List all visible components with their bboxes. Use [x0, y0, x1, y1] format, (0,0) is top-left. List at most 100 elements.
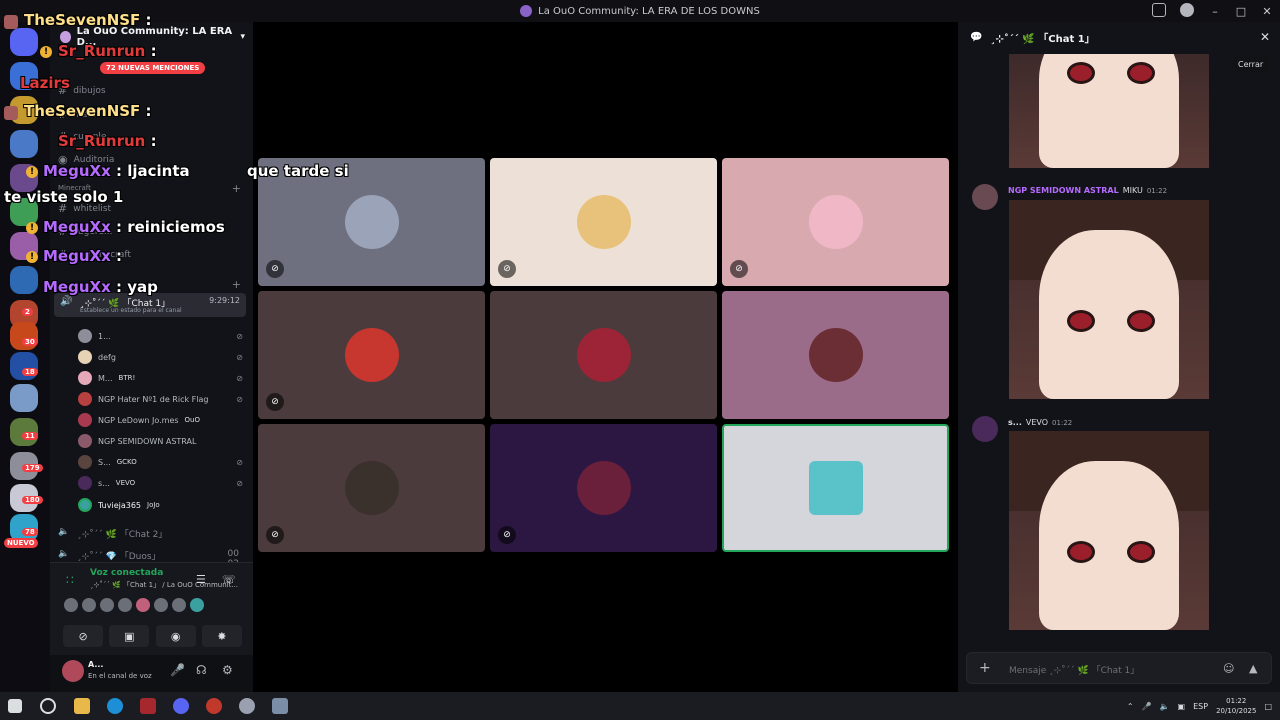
voice-connected-label[interactable]: Voz conectada — [90, 568, 163, 578]
mention-badge: 179 — [22, 464, 43, 472]
chevron-up-icon[interactable]: ⌃ — [1127, 702, 1134, 711]
mentions-banner[interactable]: 72 NUEVAS MENCIONES — [100, 62, 206, 74]
soundwave-icon[interactable]: ☰ — [196, 573, 206, 586]
voice-connected-channel[interactable]: ¸⊹˚´´ 🌿 「Chat 1」 / La OuO Communit... — [90, 580, 238, 590]
add-attachment-icon[interactable]: + — [979, 660, 991, 676]
camera-off-button[interactable]: ⊘ — [63, 625, 104, 647]
add-channel-icon[interactable]: + — [232, 182, 241, 195]
composer-placeholder[interactable]: Mensaje ¸⊹˚´´ 🌿 「Chat 1」 — [1009, 663, 1139, 676]
video-tile[interactable]: ⊘ — [490, 158, 717, 286]
maximize-button[interactable]: □ — [1228, 5, 1254, 18]
network-icon[interactable]: ▣ — [1178, 702, 1186, 711]
voice-member[interactable]: M... BTR! ⊘ — [78, 369, 243, 387]
emoji-icon[interactable]: ☺ — [1223, 662, 1234, 675]
muted-icon: ⊘ — [236, 478, 243, 488]
discord-icon[interactable] — [173, 698, 189, 714]
language-indicator[interactable]: ESP — [1193, 702, 1208, 711]
gif-face — [1039, 229, 1179, 399]
headphones-icon[interactable]: ☊ — [196, 663, 207, 677]
microphone-icon[interactable]: 🎤 — [170, 663, 185, 677]
window-title: La OuO Community: LA ERA DE LOS DOWNS — [538, 5, 760, 17]
close-window-button[interactable]: ✕ — [1254, 5, 1280, 18]
avatar — [172, 598, 186, 612]
muted-icon: ⊘ — [266, 260, 284, 278]
voice-member[interactable]: NGP Hater Nº1 de Rick Flag ⊘ — [78, 390, 243, 408]
server-icon[interactable] — [10, 384, 38, 412]
avatar — [78, 329, 92, 343]
screen-share-button[interactable]: ▣ — [109, 625, 150, 647]
gif-image[interactable] — [1009, 54, 1209, 168]
channel-status-hint[interactable]: Establece un estado para el canal — [80, 307, 182, 314]
video-tile[interactable] — [490, 291, 717, 419]
voice-member[interactable]: Tuvieja365 JoJo — [78, 496, 243, 514]
disconnect-icon[interactable]: ☏ — [222, 573, 236, 586]
app-root: La OuO Community: LA ERA DE LOS DOWNS – … — [0, 0, 1280, 720]
windows-start-icon[interactable] — [8, 699, 22, 713]
gif-image[interactable] — [1009, 200, 1209, 399]
notification-icon[interactable]: □ — [1264, 702, 1272, 711]
video-tile-speaking[interactable] — [722, 424, 949, 552]
signal-icon[interactable]: ∷ — [66, 573, 74, 587]
volume-icon[interactable]: 🔈 — [1160, 702, 1170, 711]
voice-channel-item[interactable]: 🔈 ¸⊹˚´´ 🌿 「Chat 2」 — [58, 527, 167, 540]
microphone-icon[interactable]: 🎤 — [1142, 702, 1152, 711]
avatar[interactable] — [972, 416, 998, 442]
mention-badge: 2 — [22, 308, 33, 316]
video-tile[interactable]: ⊘ — [722, 158, 949, 286]
voice-member[interactable]: s... VEVO ⊘ — [78, 474, 243, 492]
avatar — [118, 598, 132, 612]
mention-badge: 78 — [22, 528, 38, 536]
minimize-button[interactable]: – — [1202, 5, 1228, 18]
taskbar: ⌃ 🎤 🔈 ▣ ESP 01:22 20/10/2025 □ — [0, 692, 1280, 720]
avatar — [78, 498, 92, 512]
mention-badge: 18 — [22, 368, 38, 376]
voice-member[interactable]: NGP SEMIDOWN ASTRAL — [78, 432, 243, 450]
help-icon[interactable] — [1180, 3, 1194, 17]
overlay-message: MeguXx : reiniciemos — [43, 218, 225, 236]
voice-member[interactable]: 1... ⊘ — [78, 327, 243, 345]
app-icon[interactable] — [140, 698, 156, 714]
warning-icon: ! — [26, 251, 38, 263]
inbox-icon[interactable] — [1152, 3, 1166, 17]
edge-icon[interactable] — [107, 698, 123, 714]
message-composer[interactable]: + Mensaje ¸⊹˚´´ 🌿 「Chat 1」 ☺ ▲ — [966, 652, 1272, 684]
video-tile[interactable] — [722, 291, 949, 419]
avatar[interactable] — [62, 660, 84, 682]
clock[interactable]: 01:22 20/10/2025 — [1216, 696, 1256, 716]
message-header: s... VEVO 01:22 — [1008, 418, 1073, 427]
server-icon[interactable] — [10, 130, 38, 158]
game-controller-icon[interactable]: ▲ — [1249, 662, 1257, 675]
app-icon[interactable] — [206, 698, 222, 714]
server-icon[interactable] — [10, 28, 38, 56]
avatar[interactable] — [972, 184, 998, 210]
file-explorer-icon[interactable] — [74, 698, 90, 714]
video-tile[interactable]: ⊘ — [258, 291, 485, 419]
app-icon[interactable] — [272, 698, 288, 714]
muted-icon: ⊘ — [236, 352, 243, 362]
avatar — [808, 328, 863, 382]
avatar — [4, 106, 18, 120]
soundboard-button[interactable]: ✸ — [201, 625, 242, 647]
overlay-message: que tarde si — [247, 162, 349, 180]
avatar — [78, 476, 92, 490]
username[interactable]: A... — [88, 660, 103, 669]
voice-member[interactable]: S... GCKO ⊘ — [78, 453, 243, 471]
avatar — [808, 461, 863, 515]
speaker-icon: 🔈 — [58, 527, 70, 537]
close-icon[interactable]: ✕ — [1260, 30, 1270, 44]
video-tile[interactable]: ⊘ — [258, 424, 485, 552]
video-tile[interactable]: ⊘ — [490, 424, 717, 552]
gif-eye — [1127, 541, 1155, 563]
gif-image[interactable] — [1009, 431, 1209, 630]
avatar — [78, 434, 92, 448]
add-channel-icon[interactable]: + — [232, 278, 241, 291]
gif-eye — [1067, 541, 1095, 563]
voice-channel-active[interactable]: 🔊 ¸⊹˚´´ 🌿 「Chat 1」 9:29:12 Establece un … — [54, 293, 246, 317]
server-icon[interactable] — [10, 266, 38, 294]
voice-member[interactable]: NGP LeDown Jo.mes OuO — [78, 411, 243, 429]
voice-member[interactable]: defg ⊘ — [78, 348, 243, 366]
activity-button[interactable]: ◉ — [155, 625, 196, 647]
search-icon[interactable] — [40, 698, 56, 714]
gear-icon[interactable]: ⚙ — [222, 663, 233, 677]
app-icon[interactable] — [239, 698, 255, 714]
